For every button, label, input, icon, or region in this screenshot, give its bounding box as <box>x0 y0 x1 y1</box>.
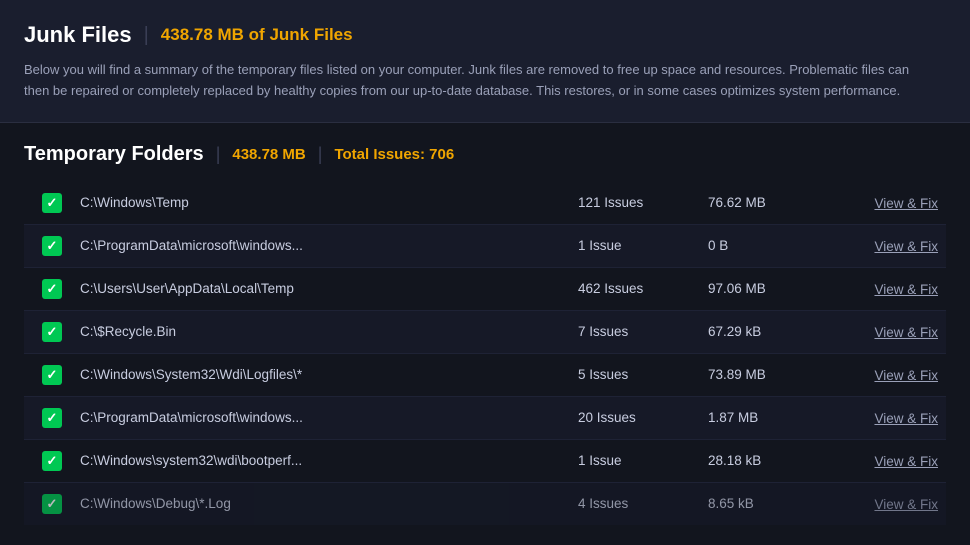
table-row: C:\$Recycle.Bin 7 Issues 67.29 kB View &… <box>24 311 946 354</box>
view-fix-button[interactable]: View & Fix <box>874 196 938 211</box>
checked-icon <box>42 494 62 514</box>
table-row: C:\Windows\System32\Wdi\Logfiles\* 5 Iss… <box>24 354 946 397</box>
table-container: C:\Windows\Temp 121 Issues 76.62 MB View… <box>24 182 946 525</box>
checkbox-col <box>32 322 72 342</box>
issues-count: 121 Issues <box>578 195 708 210</box>
view-fix-button[interactable]: View & Fix <box>874 454 938 469</box>
section-pipe-2: | <box>318 144 323 165</box>
issues-count: 1 Issue <box>578 238 708 253</box>
checked-icon <box>42 408 62 428</box>
view-fix-button[interactable]: View & Fix <box>874 411 938 426</box>
section-total-issues: Total Issues: 706 <box>334 146 454 163</box>
action-col: View & Fix <box>828 195 938 211</box>
issues-count: 462 Issues <box>578 281 708 296</box>
action-col: View & Fix <box>828 281 938 297</box>
issues-count: 5 Issues <box>578 367 708 382</box>
checked-icon <box>42 365 62 385</box>
checkbox-col <box>32 408 72 428</box>
checkbox-col <box>32 193 72 213</box>
checkbox-col <box>32 236 72 256</box>
checked-icon <box>42 236 62 256</box>
checkbox-col <box>32 451 72 471</box>
section-header: Temporary Folders | 438.78 MB | Total Is… <box>24 143 946 166</box>
file-path: C:\Windows\Temp <box>72 195 578 210</box>
file-path: C:\Users\User\AppData\Local\Temp <box>72 281 578 296</box>
header-description: Below you will find a summary of the tem… <box>24 60 924 102</box>
table-row: C:\ProgramData\microsoft\windows... 20 I… <box>24 397 946 440</box>
view-fix-button[interactable]: View & Fix <box>874 282 938 297</box>
action-col: View & Fix <box>828 496 938 512</box>
checked-icon <box>42 451 62 471</box>
header-section: Junk Files | 438.78 MB of Junk Files Bel… <box>0 0 970 123</box>
file-size: 67.29 kB <box>708 324 828 339</box>
action-col: View & Fix <box>828 410 938 426</box>
issues-count: 4 Issues <box>578 496 708 511</box>
table-row: C:\Windows\Temp 121 Issues 76.62 MB View… <box>24 182 946 225</box>
file-path: C:\Windows\Debug\*.Log <box>72 496 578 511</box>
file-path: C:\$Recycle.Bin <box>72 324 578 339</box>
file-size: 1.87 MB <box>708 410 828 425</box>
issues-count: 20 Issues <box>578 410 708 425</box>
table-row: C:\ProgramData\microsoft\windows... 1 Is… <box>24 225 946 268</box>
header-size-label: 438.78 MB of Junk Files <box>161 25 353 45</box>
action-col: View & Fix <box>828 238 938 254</box>
file-path: C:\ProgramData\microsoft\windows... <box>72 410 578 425</box>
view-fix-button[interactable]: View & Fix <box>874 497 938 512</box>
checked-icon <box>42 322 62 342</box>
section-pipe-1: | <box>216 144 221 165</box>
table-row: C:\Users\User\AppData\Local\Temp 462 Iss… <box>24 268 946 311</box>
issues-count: 1 Issue <box>578 453 708 468</box>
view-fix-button[interactable]: View & Fix <box>874 239 938 254</box>
file-size: 76.62 MB <box>708 195 828 210</box>
section-title: Temporary Folders <box>24 143 204 166</box>
file-path: C:\Windows\System32\Wdi\Logfiles\* <box>72 367 578 382</box>
header-divider: | <box>144 24 149 47</box>
checked-icon <box>42 279 62 299</box>
file-size: 97.06 MB <box>708 281 828 296</box>
checked-icon <box>42 193 62 213</box>
checkbox-col <box>32 279 72 299</box>
table-row: C:\Windows\system32\wdi\bootperf... 1 Is… <box>24 440 946 483</box>
main-content: Temporary Folders | 438.78 MB | Total Is… <box>0 123 970 525</box>
table-row: C:\Windows\Debug\*.Log 4 Issues 8.65 kB … <box>24 483 946 525</box>
file-size: 28.18 kB <box>708 453 828 468</box>
page-title: Junk Files <box>24 22 132 48</box>
issues-count: 7 Issues <box>578 324 708 339</box>
file-size: 73.89 MB <box>708 367 828 382</box>
action-col: View & Fix <box>828 324 938 340</box>
action-col: View & Fix <box>828 367 938 383</box>
file-size: 8.65 kB <box>708 496 828 511</box>
section-size: 438.78 MB <box>232 146 305 163</box>
action-col: View & Fix <box>828 453 938 469</box>
view-fix-button[interactable]: View & Fix <box>874 325 938 340</box>
file-size: 0 B <box>708 238 828 253</box>
checkbox-col <box>32 494 72 514</box>
file-path: C:\ProgramData\microsoft\windows... <box>72 238 578 253</box>
file-path: C:\Windows\system32\wdi\bootperf... <box>72 453 578 468</box>
checkbox-col <box>32 365 72 385</box>
view-fix-button[interactable]: View & Fix <box>874 368 938 383</box>
